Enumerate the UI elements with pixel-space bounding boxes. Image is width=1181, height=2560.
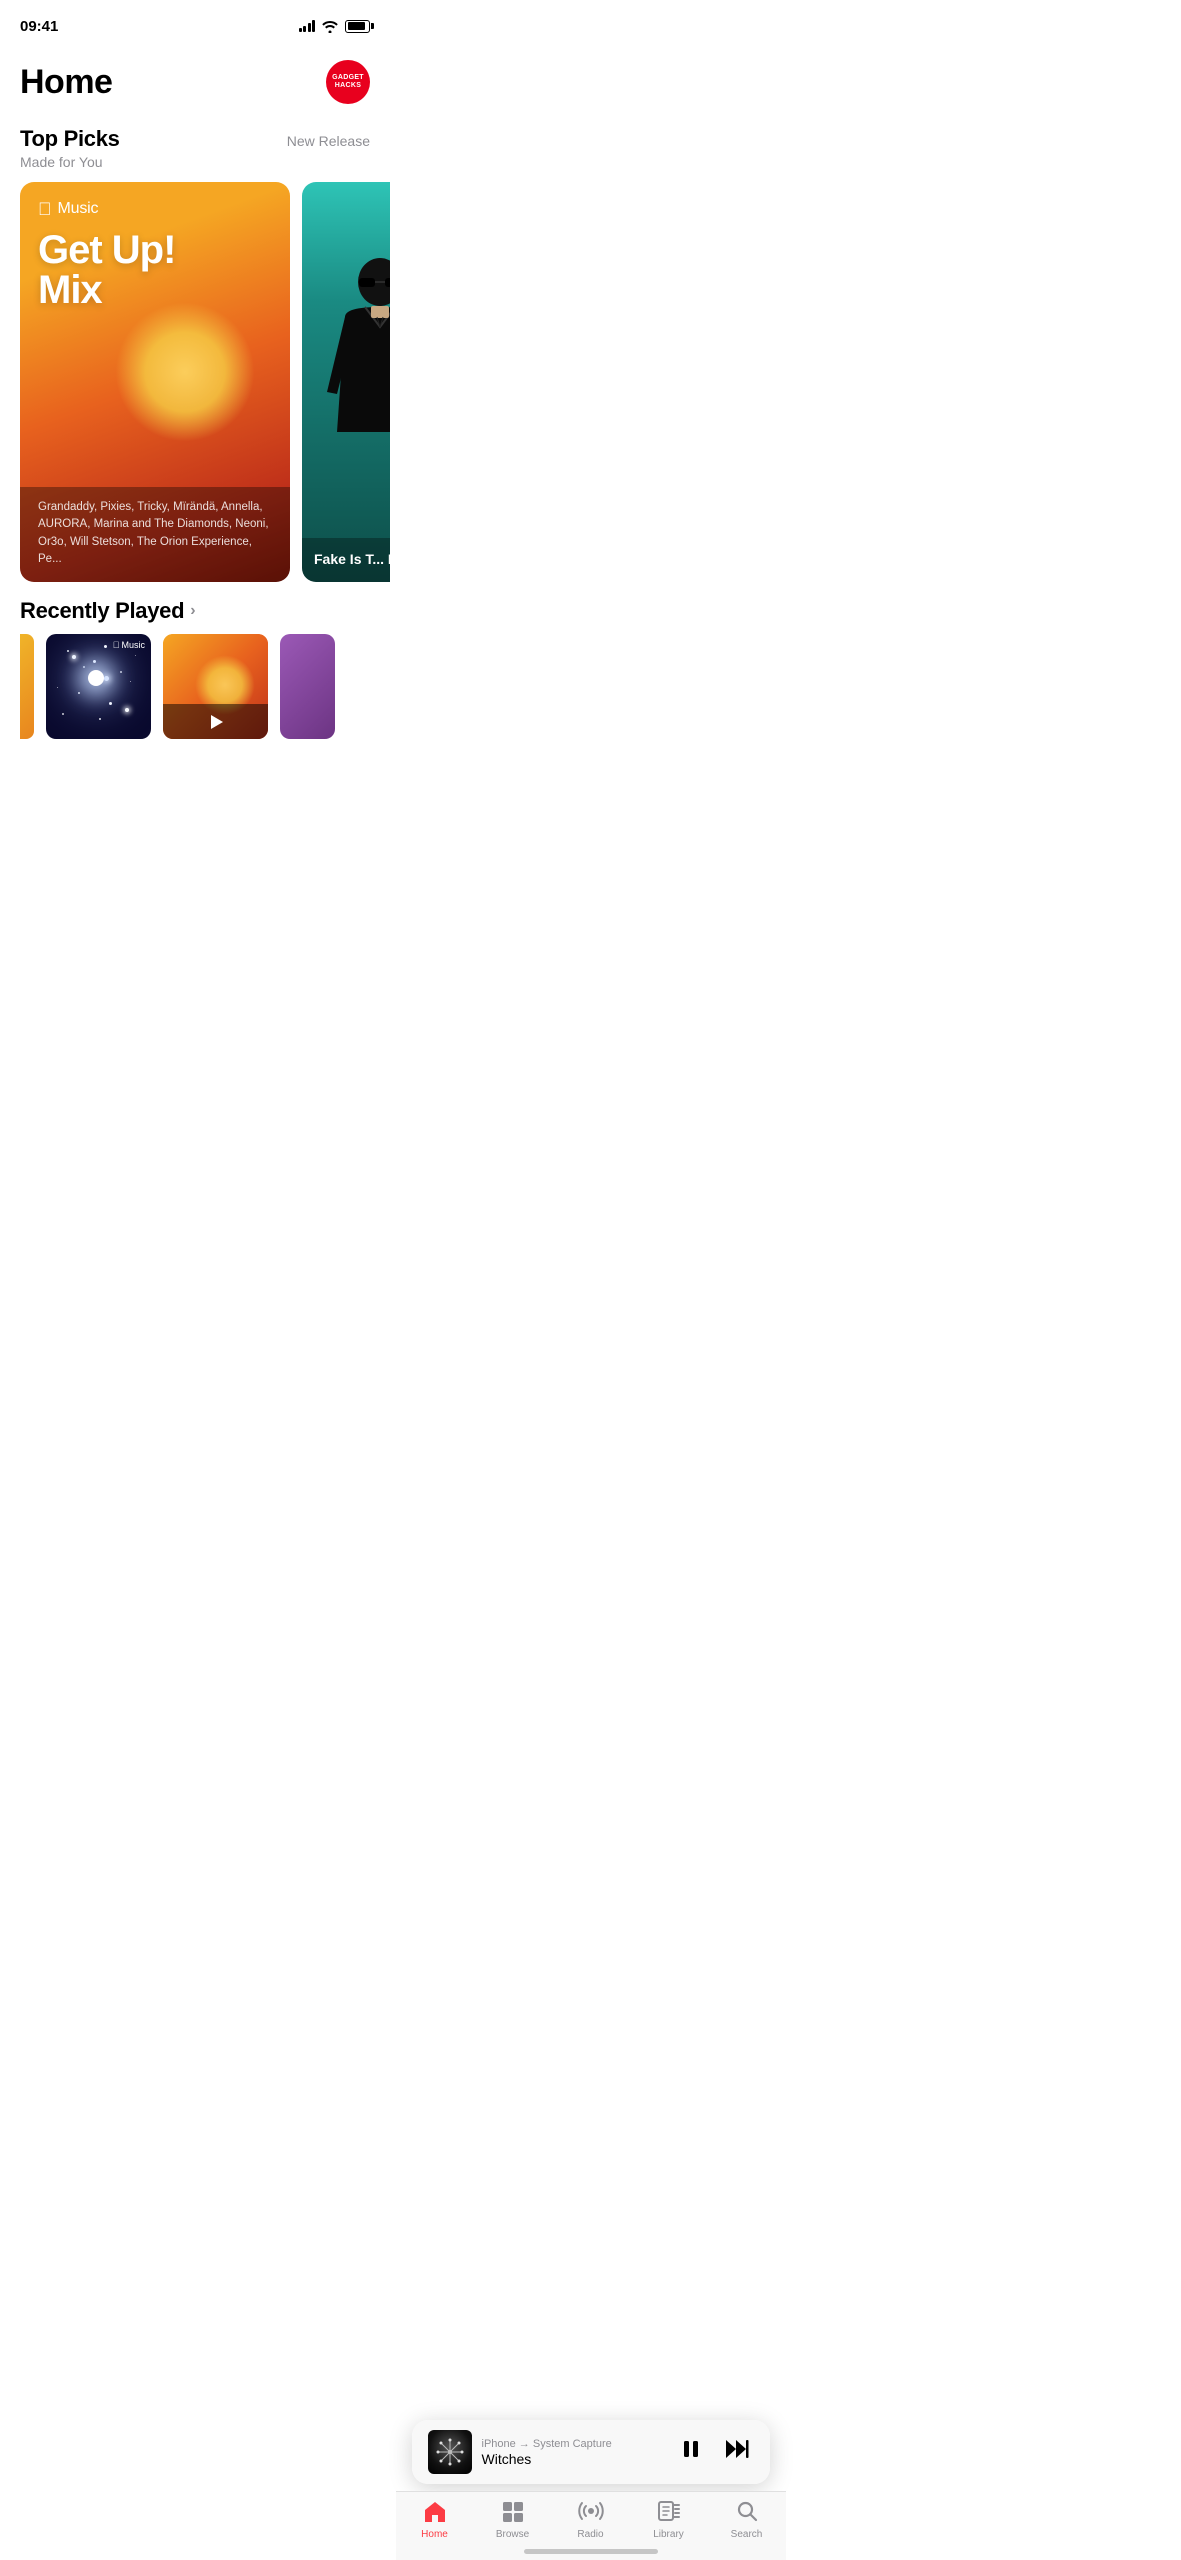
home-icon: [423, 2500, 447, 2526]
home-indicator: [524, 2549, 658, 2554]
apple-music-label: Music: [58, 200, 99, 218]
chevron-right-icon: ›: [190, 602, 195, 620]
new-release-label: New Release: [287, 133, 370, 149]
status-bar: 09:41: [0, 0, 390, 44]
page-title: Home: [20, 63, 112, 102]
card-footer-text: Grandaddy, Pixies, Tricky, Mïrändä, Anne…: [38, 499, 272, 568]
top-picks-header: Top Picks Made for You New Release: [0, 112, 390, 174]
top-picks-title: Top Picks: [20, 126, 120, 152]
search-icon: [736, 2500, 758, 2526]
tab-radio[interactable]: Radio: [552, 2500, 630, 2540]
get-up-mix-card[interactable]:  Music Get Up! Mix Grandaddy, Pixies, T…: [20, 182, 290, 582]
tab-home[interactable]: Home: [396, 2500, 474, 2540]
secondary-card-content: Fake Is T... H...: [302, 538, 390, 582]
wifi-icon: [321, 20, 339, 33]
mini-player-artwork: [428, 2430, 472, 2474]
recently-played-title: Recently Played: [20, 598, 184, 624]
mini-player-info: iPhone → System Capture Witches: [482, 2438, 666, 2467]
signal-icon: [299, 20, 316, 32]
battery-icon: [345, 20, 370, 33]
dandelion-icon: [434, 2436, 466, 2468]
secondary-card-label: Fake Is T... H...: [314, 550, 390, 568]
apple-icon: : [38, 200, 52, 218]
top-picks-carousel:  Music Get Up! Mix Grandaddy, Pixies, T…: [0, 174, 390, 598]
card-title-line2: Mix: [38, 270, 272, 310]
new-release-card[interactable]: Fake Is T... H...: [302, 182, 390, 582]
orange-mix-card[interactable]: [163, 634, 268, 739]
card-footer: Grandaddy, Pixies, Tricky, Mïrändä, Anne…: [20, 487, 290, 582]
artwork-inner: [428, 2430, 472, 2474]
gadget-hacks-badge[interactable]: GADGET HACKS: [326, 60, 370, 104]
status-icons: [299, 20, 371, 33]
tab-search[interactable]: Search: [708, 2500, 786, 2540]
card-title-line1: Get Up!: [38, 230, 272, 270]
library-icon: [658, 2500, 680, 2526]
tab-browse[interactable]: Browse: [474, 2500, 552, 2540]
page-header: Home GADGET HACKS: [0, 44, 390, 112]
tab-radio-label: Radio: [577, 2529, 603, 2540]
purple-card[interactable]: [280, 634, 335, 739]
forward-button[interactable]: [720, 2434, 754, 2470]
tab-browse-label: Browse: [496, 2529, 529, 2540]
recently-played-section: Recently Played ›: [0, 598, 390, 747]
made-for-you-label: Made for You: [20, 154, 120, 170]
mini-player-title: Witches: [482, 2451, 666, 2467]
browse-icon: [501, 2500, 525, 2526]
mini-player[interactable]: iPhone → System Capture Witches: [412, 2420, 770, 2484]
card-content:  Music Get Up! Mix Grandaddy, Pixies, T…: [20, 182, 290, 582]
stars-card[interactable]:  Music: [46, 634, 151, 739]
tab-library-label: Library: [653, 2529, 684, 2540]
apple-music-logo:  Music: [38, 200, 272, 218]
card-title-block: Get Up! Mix: [38, 230, 272, 310]
person-silhouette: [315, 252, 391, 502]
carousel-inner:  Music Get Up! Mix Grandaddy, Pixies, T…: [20, 182, 370, 582]
mini-player-route: iPhone → System Capture: [482, 2438, 666, 2450]
mini-player-controls: [676, 2434, 754, 2470]
status-time: 09:41: [20, 18, 58, 35]
fast-forward-icon: [724, 2438, 750, 2466]
recently-played-carousel:  Music: [20, 634, 370, 739]
play-overlay: [163, 704, 268, 739]
tab-search-label: Search: [731, 2529, 763, 2540]
apple-music-badge:  Music: [113, 640, 145, 650]
pause-icon: [680, 2438, 702, 2466]
recently-played-header[interactable]: Recently Played ›: [20, 598, 370, 624]
tab-library[interactable]: Library: [630, 2500, 708, 2540]
radio-icon: [578, 2500, 604, 2526]
tab-home-label: Home: [421, 2529, 448, 2540]
partial-left-card[interactable]: [20, 634, 34, 739]
pause-button[interactable]: [676, 2434, 706, 2470]
